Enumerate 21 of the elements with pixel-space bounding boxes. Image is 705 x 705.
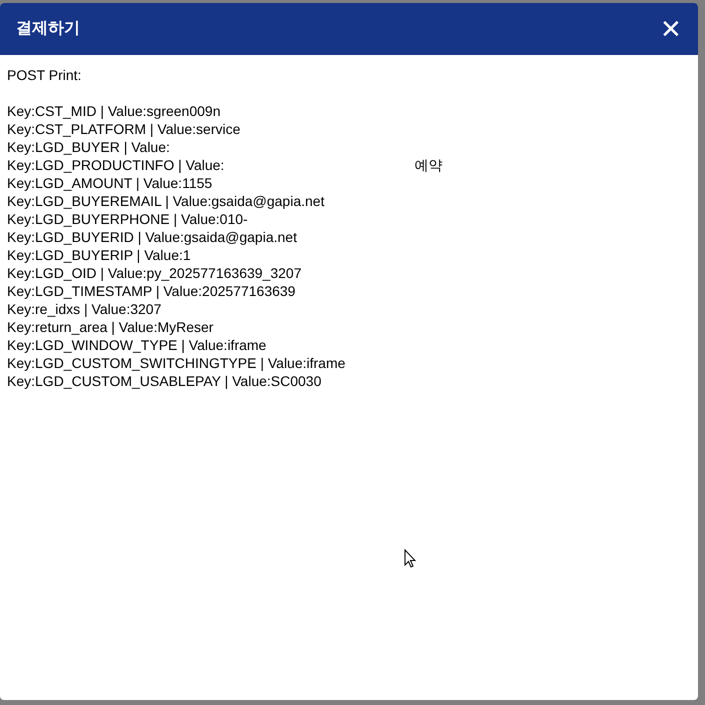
key-value-line: Key:LGD_OID | Value:py_202577163639_3207 (7, 264, 302, 282)
key-value-line: Key:LGD_WINDOW_TYPE | Value:iframe (7, 336, 266, 354)
key-value-line: Key:re_idxs | Value:3207 (7, 300, 162, 318)
dialog-title: 결제하기 (16, 19, 80, 39)
key-value-line: Key:CST_MID | Value:sgreen009n (7, 102, 220, 120)
close-button[interactable]: ✕ (660, 16, 682, 42)
key-value-line: Key:LGD_CUSTOM_SWITCHINGTYPE | Value:iframe (7, 354, 346, 372)
value-tail: 예약 (414, 156, 442, 174)
key-value-line: Key:LGD_BUYER | Value: (7, 138, 170, 156)
key-value-line: Key:LGD_BUYERID | Value:gsaida@gapia.net (7, 228, 297, 246)
key-value-line: Key:CST_PLATFORM | Value:service (7, 120, 240, 138)
key-value-line: Key:return_area | Value:MyReser (7, 318, 214, 336)
mouse-pointer-icon (404, 549, 416, 568)
key-value-line: Key:LGD_PRODUCTINFO | Value: (7, 156, 224, 174)
key-value-line: Key:LGD_BUYERIP | Value:1 (7, 246, 191, 264)
key-value-line: Key:LGD_BUYERPHONE | Value:010- (7, 210, 248, 228)
key-value-line: Key:LGD_BUYEREMAIL | Value:gsaida@gapia.net (7, 192, 324, 210)
key-value-line: Key:LGD_TIMESTAMP | Value:202577163639 (7, 282, 296, 300)
key-value-line: Key:LGD_CUSTOM_USABLEPAY | Value:SC0030 (7, 372, 322, 390)
heading: POST Print: (7, 66, 82, 84)
key-value-line: Key:LGD_AMOUNT | Value:1155 (7, 174, 212, 192)
